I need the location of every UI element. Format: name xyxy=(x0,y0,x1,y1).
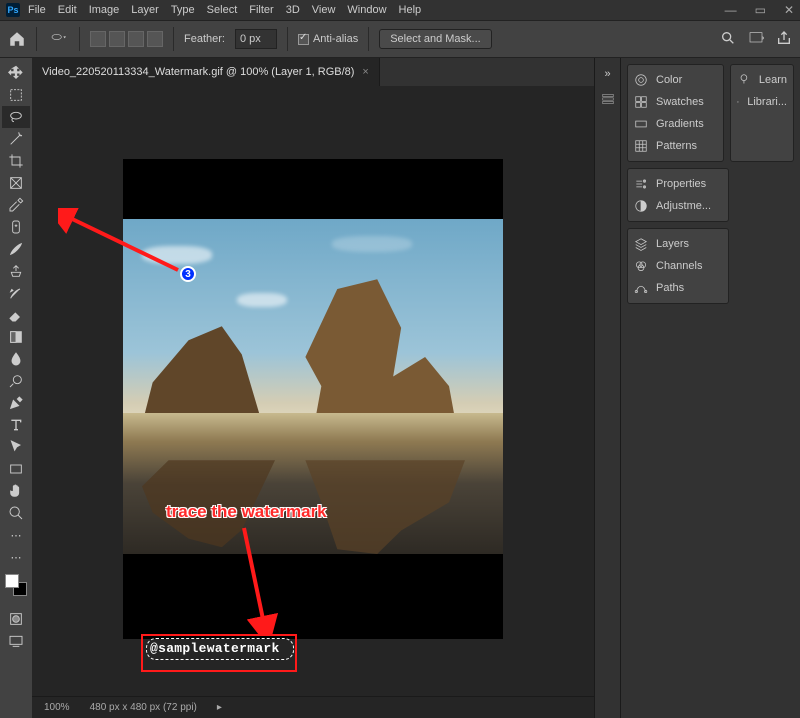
panel-channels[interactable]: Channels xyxy=(634,255,722,277)
right-panel-dock: Color Swatches Gradients Patterns Learn … xyxy=(620,58,800,718)
document-tab-title: Video_220520113334_Watermark.gif @ 100% … xyxy=(42,66,354,78)
gradient-tool[interactable] xyxy=(2,326,30,348)
magic-wand-tool[interactable] xyxy=(2,128,30,150)
check-icon xyxy=(298,34,309,45)
status-bar: 100% 480 px x 480 px (72 ppi) ▸ xyxy=(32,696,594,718)
home-button[interactable] xyxy=(8,27,26,51)
more-tools[interactable]: ⋯ xyxy=(2,524,30,546)
chevron-right-icon[interactable]: ▸ xyxy=(217,702,222,713)
move-tool[interactable] xyxy=(2,62,30,84)
selection-mode-new[interactable] xyxy=(90,31,106,47)
crop-tool[interactable] xyxy=(2,150,30,172)
lasso-tool[interactable] xyxy=(2,106,30,128)
menu-help[interactable]: Help xyxy=(399,4,422,16)
frame-tool[interactable] xyxy=(2,172,30,194)
type-tool[interactable] xyxy=(2,414,30,436)
path-selection-tool[interactable] xyxy=(2,436,30,458)
panel-paths[interactable]: Paths xyxy=(634,277,722,299)
zoom-level[interactable]: 100% xyxy=(44,702,70,713)
history-brush-tool[interactable] xyxy=(2,282,30,304)
panel-libraries[interactable]: Librari... xyxy=(737,91,787,113)
zoom-tool[interactable] xyxy=(2,502,30,524)
document-tab-bar: Video_220520113334_Watermark.gif @ 100% … xyxy=(32,58,594,86)
selection-mode-intersect[interactable] xyxy=(147,31,163,47)
document-tab[interactable]: Video_220520113334_Watermark.gif @ 100% … xyxy=(32,58,380,86)
titlebar: Ps File Edit Image Layer Type Select Fil… xyxy=(0,0,800,20)
blur-tool[interactable] xyxy=(2,348,30,370)
menu-type[interactable]: Type xyxy=(171,4,195,16)
menu-select[interactable]: Select xyxy=(207,4,238,16)
selection-mode-group xyxy=(90,31,163,47)
panel-learn[interactable]: Learn xyxy=(737,69,787,91)
menu-image[interactable]: Image xyxy=(89,4,120,16)
pen-tool[interactable] xyxy=(2,392,30,414)
step-marker: 3 xyxy=(180,266,196,282)
menu-filter[interactable]: Filter xyxy=(249,4,273,16)
menu-edit[interactable]: Edit xyxy=(58,4,77,16)
workspace-icon[interactable] xyxy=(748,30,764,49)
annotation-instruction: trace the watermark xyxy=(166,502,327,522)
menu-view[interactable]: View xyxy=(312,4,336,16)
close-tab-icon[interactable]: × xyxy=(362,66,368,78)
watermark-text: @samplewatermark xyxy=(150,641,280,656)
panel-strip-expand-icon[interactable]: » xyxy=(604,68,610,80)
panel-adjustments[interactable]: Adjustme... xyxy=(634,195,722,217)
collapsed-panel-strip: » xyxy=(594,58,620,718)
document-canvas[interactable] xyxy=(123,159,503,639)
canvas-area[interactable]: 3 trace the watermark @samplewatermark xyxy=(32,86,594,696)
search-icon[interactable] xyxy=(720,30,736,49)
eraser-tool[interactable] xyxy=(2,304,30,326)
menu-bar[interactable]: File Edit Image Layer Type Select Filter… xyxy=(28,4,421,16)
menu-3d[interactable]: 3D xyxy=(286,4,300,16)
antialias-checkbox[interactable]: Anti-alias xyxy=(298,33,358,45)
hand-tool[interactable] xyxy=(2,480,30,502)
selection-mode-add[interactable] xyxy=(109,31,125,47)
brush-tool[interactable] xyxy=(2,238,30,260)
selection-mode-subtract[interactable] xyxy=(128,31,144,47)
foreground-background-colors[interactable] xyxy=(5,574,27,596)
panel-color[interactable]: Color xyxy=(634,69,717,91)
feather-label: Feather: xyxy=(184,27,225,51)
tool-preset-dropdown[interactable] xyxy=(47,27,69,51)
menu-layer[interactable]: Layer xyxy=(131,4,159,16)
panel-layers[interactable]: Layers xyxy=(634,233,722,255)
feather-input[interactable] xyxy=(235,29,277,49)
menu-window[interactable]: Window xyxy=(347,4,386,16)
menu-file[interactable]: File xyxy=(28,4,46,16)
eyedropper-tool[interactable] xyxy=(2,194,30,216)
panel-patterns[interactable]: Patterns xyxy=(634,135,717,157)
antialias-label: Anti-alias xyxy=(313,33,358,45)
window-restore-icon[interactable]: ▭ xyxy=(755,3,766,17)
history-panel-icon[interactable] xyxy=(601,92,615,106)
panel-gradients[interactable]: Gradients xyxy=(634,113,717,135)
clone-stamp-tool[interactable] xyxy=(2,260,30,282)
select-and-mask-button[interactable]: Select and Mask... xyxy=(379,29,492,49)
rectangle-tool[interactable] xyxy=(2,458,30,480)
marquee-tool[interactable] xyxy=(2,84,30,106)
screenmode-toggle[interactable] xyxy=(2,630,30,652)
dodge-tool[interactable] xyxy=(2,370,30,392)
options-bar: Feather: Anti-alias Select and Mask... xyxy=(0,20,800,58)
tools-panel: ⋯ ⋯ xyxy=(0,58,32,718)
window-close-icon[interactable]: ✕ xyxy=(784,3,794,17)
doc-info[interactable]: 480 px x 480 px (72 ppi) xyxy=(90,702,197,713)
panel-properties[interactable]: Properties xyxy=(634,173,722,195)
share-icon[interactable] xyxy=(776,30,792,49)
healing-brush-tool[interactable] xyxy=(2,216,30,238)
panel-swatches[interactable]: Swatches xyxy=(634,91,717,113)
edit-toolbar[interactable]: ⋯ xyxy=(2,546,30,568)
quickmask-toggle[interactable] xyxy=(2,608,30,630)
window-minimize-icon[interactable]: — xyxy=(725,3,737,17)
app-logo: Ps xyxy=(6,3,20,17)
